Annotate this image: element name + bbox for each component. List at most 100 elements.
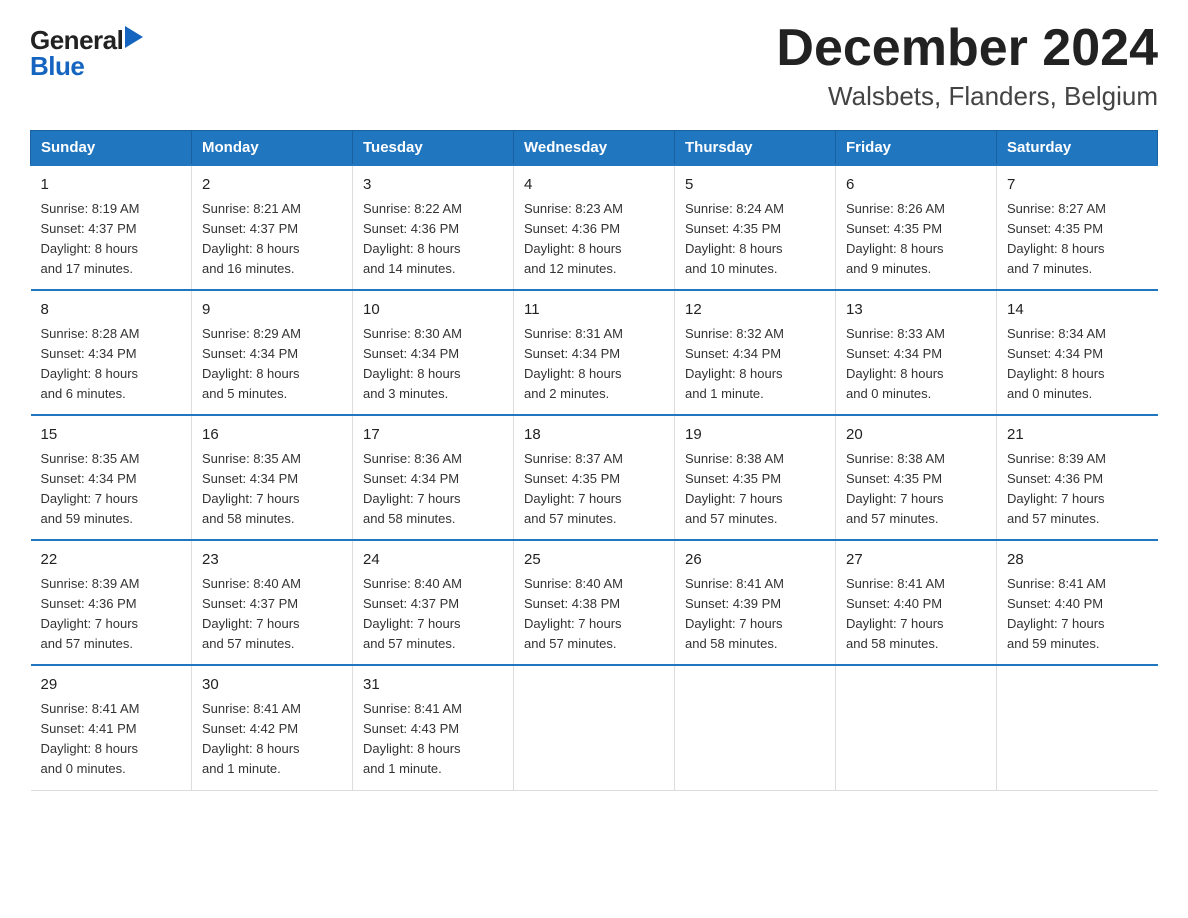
day-info: Sunrise: 8:37 AM Sunset: 4:35 PM Dayligh… <box>524 449 664 530</box>
title-block: December 2024 Walsbets, Flanders, Belgiu… <box>776 20 1158 112</box>
calendar-day-cell: 23Sunrise: 8:40 AM Sunset: 4:37 PM Dayli… <box>192 540 353 665</box>
calendar-day-cell: 22Sunrise: 8:39 AM Sunset: 4:36 PM Dayli… <box>31 540 192 665</box>
day-header-wednesday: Wednesday <box>514 131 675 166</box>
day-number: 11 <box>524 299 664 322</box>
calendar-day-cell: 10Sunrise: 8:30 AM Sunset: 4:34 PM Dayli… <box>353 290 514 415</box>
day-info: Sunrise: 8:41 AM Sunset: 4:40 PM Dayligh… <box>846 574 986 655</box>
calendar-day-cell: 18Sunrise: 8:37 AM Sunset: 4:35 PM Dayli… <box>514 415 675 540</box>
calendar-day-cell: 12Sunrise: 8:32 AM Sunset: 4:34 PM Dayli… <box>675 290 836 415</box>
day-number: 24 <box>363 549 503 572</box>
calendar-day-cell: 11Sunrise: 8:31 AM Sunset: 4:34 PM Dayli… <box>514 290 675 415</box>
day-number: 23 <box>202 549 342 572</box>
day-number: 8 <box>41 299 182 322</box>
day-number: 3 <box>363 174 503 197</box>
day-info: Sunrise: 8:27 AM Sunset: 4:35 PM Dayligh… <box>1007 199 1148 280</box>
day-number: 9 <box>202 299 342 322</box>
calendar-day-cell: 21Sunrise: 8:39 AM Sunset: 4:36 PM Dayli… <box>997 415 1158 540</box>
calendar-day-cell: 29Sunrise: 8:41 AM Sunset: 4:41 PM Dayli… <box>31 665 192 790</box>
calendar-day-cell: 31Sunrise: 8:41 AM Sunset: 4:43 PM Dayli… <box>353 665 514 790</box>
day-info: Sunrise: 8:21 AM Sunset: 4:37 PM Dayligh… <box>202 199 342 280</box>
day-info: Sunrise: 8:41 AM Sunset: 4:42 PM Dayligh… <box>202 699 342 780</box>
day-number: 5 <box>685 174 825 197</box>
day-info: Sunrise: 8:19 AM Sunset: 4:37 PM Dayligh… <box>41 199 182 280</box>
calendar-day-cell: 7Sunrise: 8:27 AM Sunset: 4:35 PM Daylig… <box>997 165 1158 290</box>
day-info: Sunrise: 8:33 AM Sunset: 4:34 PM Dayligh… <box>846 324 986 405</box>
calendar-day-cell: 6Sunrise: 8:26 AM Sunset: 4:35 PM Daylig… <box>836 165 997 290</box>
calendar-week-row: 1Sunrise: 8:19 AM Sunset: 4:37 PM Daylig… <box>31 165 1158 290</box>
calendar-day-cell: 2Sunrise: 8:21 AM Sunset: 4:37 PM Daylig… <box>192 165 353 290</box>
day-number: 16 <box>202 424 342 447</box>
day-header-sunday: Sunday <box>31 131 192 166</box>
day-number: 21 <box>1007 424 1148 447</box>
day-number: 12 <box>685 299 825 322</box>
logo: General Blue <box>30 20 143 79</box>
day-header-tuesday: Tuesday <box>353 131 514 166</box>
calendar-week-row: 8Sunrise: 8:28 AM Sunset: 4:34 PM Daylig… <box>31 290 1158 415</box>
day-number: 20 <box>846 424 986 447</box>
day-info: Sunrise: 8:31 AM Sunset: 4:34 PM Dayligh… <box>524 324 664 405</box>
day-number: 22 <box>41 549 182 572</box>
day-info: Sunrise: 8:23 AM Sunset: 4:36 PM Dayligh… <box>524 199 664 280</box>
calendar-week-row: 15Sunrise: 8:35 AM Sunset: 4:34 PM Dayli… <box>31 415 1158 540</box>
day-number: 14 <box>1007 299 1148 322</box>
day-number: 28 <box>1007 549 1148 572</box>
day-number: 25 <box>524 549 664 572</box>
day-info: Sunrise: 8:24 AM Sunset: 4:35 PM Dayligh… <box>685 199 825 280</box>
calendar-day-cell: 14Sunrise: 8:34 AM Sunset: 4:34 PM Dayli… <box>997 290 1158 415</box>
calendar-day-cell: 25Sunrise: 8:40 AM Sunset: 4:38 PM Dayli… <box>514 540 675 665</box>
day-number: 31 <box>363 674 503 697</box>
day-info: Sunrise: 8:39 AM Sunset: 4:36 PM Dayligh… <box>1007 449 1148 530</box>
calendar-day-cell: 27Sunrise: 8:41 AM Sunset: 4:40 PM Dayli… <box>836 540 997 665</box>
calendar-table: SundayMondayTuesdayWednesdayThursdayFrid… <box>30 130 1158 790</box>
day-info: Sunrise: 8:38 AM Sunset: 4:35 PM Dayligh… <box>846 449 986 530</box>
calendar-subtitle: Walsbets, Flanders, Belgium <box>776 81 1158 112</box>
day-number: 17 <box>363 424 503 447</box>
day-number: 13 <box>846 299 986 322</box>
calendar-day-cell: 5Sunrise: 8:24 AM Sunset: 4:35 PM Daylig… <box>675 165 836 290</box>
calendar-day-cell: 24Sunrise: 8:40 AM Sunset: 4:37 PM Dayli… <box>353 540 514 665</box>
calendar-day-cell <box>675 665 836 790</box>
day-number: 6 <box>846 174 986 197</box>
day-info: Sunrise: 8:32 AM Sunset: 4:34 PM Dayligh… <box>685 324 825 405</box>
day-info: Sunrise: 8:35 AM Sunset: 4:34 PM Dayligh… <box>41 449 182 530</box>
day-number: 4 <box>524 174 664 197</box>
calendar-day-cell <box>997 665 1158 790</box>
calendar-day-cell: 17Sunrise: 8:36 AM Sunset: 4:34 PM Dayli… <box>353 415 514 540</box>
calendar-day-cell: 26Sunrise: 8:41 AM Sunset: 4:39 PM Dayli… <box>675 540 836 665</box>
calendar-day-cell: 19Sunrise: 8:38 AM Sunset: 4:35 PM Dayli… <box>675 415 836 540</box>
day-info: Sunrise: 8:40 AM Sunset: 4:37 PM Dayligh… <box>363 574 503 655</box>
day-number: 10 <box>363 299 503 322</box>
logo-general: General <box>30 27 123 53</box>
calendar-day-cell: 16Sunrise: 8:35 AM Sunset: 4:34 PM Dayli… <box>192 415 353 540</box>
day-header-saturday: Saturday <box>997 131 1158 166</box>
logo-blue: Blue <box>30 53 84 79</box>
calendar-title: December 2024 <box>776 20 1158 77</box>
day-number: 27 <box>846 549 986 572</box>
calendar-day-cell: 3Sunrise: 8:22 AM Sunset: 4:36 PM Daylig… <box>353 165 514 290</box>
calendar-week-row: 22Sunrise: 8:39 AM Sunset: 4:36 PM Dayli… <box>31 540 1158 665</box>
calendar-day-cell: 1Sunrise: 8:19 AM Sunset: 4:37 PM Daylig… <box>31 165 192 290</box>
calendar-day-cell <box>836 665 997 790</box>
day-number: 30 <box>202 674 342 697</box>
day-header-friday: Friday <box>836 131 997 166</box>
day-info: Sunrise: 8:34 AM Sunset: 4:34 PM Dayligh… <box>1007 324 1148 405</box>
logo-arrow-icon <box>125 26 143 48</box>
day-info: Sunrise: 8:41 AM Sunset: 4:41 PM Dayligh… <box>41 699 182 780</box>
calendar-day-cell: 30Sunrise: 8:41 AM Sunset: 4:42 PM Dayli… <box>192 665 353 790</box>
day-info: Sunrise: 8:30 AM Sunset: 4:34 PM Dayligh… <box>363 324 503 405</box>
day-info: Sunrise: 8:40 AM Sunset: 4:37 PM Dayligh… <box>202 574 342 655</box>
day-info: Sunrise: 8:38 AM Sunset: 4:35 PM Dayligh… <box>685 449 825 530</box>
calendar-day-cell <box>514 665 675 790</box>
day-info: Sunrise: 8:41 AM Sunset: 4:39 PM Dayligh… <box>685 574 825 655</box>
day-info: Sunrise: 8:41 AM Sunset: 4:40 PM Dayligh… <box>1007 574 1148 655</box>
calendar-day-cell: 15Sunrise: 8:35 AM Sunset: 4:34 PM Dayli… <box>31 415 192 540</box>
calendar-week-row: 29Sunrise: 8:41 AM Sunset: 4:41 PM Dayli… <box>31 665 1158 790</box>
day-info: Sunrise: 8:28 AM Sunset: 4:34 PM Dayligh… <box>41 324 182 405</box>
calendar-day-cell: 9Sunrise: 8:29 AM Sunset: 4:34 PM Daylig… <box>192 290 353 415</box>
calendar-header-row: SundayMondayTuesdayWednesdayThursdayFrid… <box>31 131 1158 166</box>
day-number: 15 <box>41 424 182 447</box>
day-info: Sunrise: 8:26 AM Sunset: 4:35 PM Dayligh… <box>846 199 986 280</box>
page-header: General Blue December 2024 Walsbets, Fla… <box>30 20 1158 112</box>
calendar-day-cell: 13Sunrise: 8:33 AM Sunset: 4:34 PM Dayli… <box>836 290 997 415</box>
day-header-thursday: Thursday <box>675 131 836 166</box>
